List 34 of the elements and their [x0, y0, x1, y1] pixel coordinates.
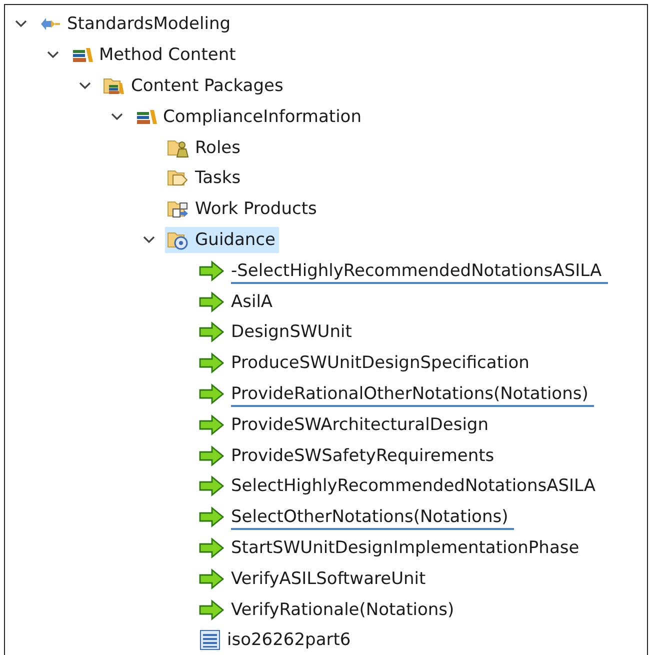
arrow-icon [199, 352, 225, 374]
tree-item[interactable]: ProduceSWUnitDesignSpecification [197, 350, 534, 376]
tree-item[interactable]: Guidance [165, 226, 280, 253]
tree-item[interactable]: DesignSWUnit [197, 319, 356, 346]
list-document-icon [199, 629, 221, 652]
arrow-icon [199, 598, 225, 621]
arrow-icon [199, 290, 225, 313]
arrow-icon [199, 321, 225, 344]
tree-item[interactable]: -SelectHighlyRecommendedNotationsASILA [197, 258, 612, 284]
arrow-icon [199, 382, 225, 405]
tree-item[interactable]: ProvideSWSafetyRequirements [197, 442, 498, 469]
tree-item[interactable]: AsilA [197, 288, 277, 315]
tree-item[interactable]: StandardsModeling [37, 11, 235, 38]
arrow-icon [199, 506, 225, 528]
tree-item[interactable]: Content Packages [101, 72, 288, 99]
tree-item[interactable]: iso26262part6 [197, 627, 355, 654]
tree-item[interactable]: Roles [165, 134, 244, 161]
arrow-icon [199, 475, 225, 498]
arrow-icon [199, 444, 225, 467]
tree-item[interactable]: Work Products [165, 196, 321, 222]
tree-item[interactable]: StartSWUnitDesignImplementationPhase [197, 534, 584, 561]
arrow-icon [199, 414, 225, 436]
arrow-icon [199, 260, 225, 282]
tree-item[interactable]: SelectOtherNotations(Notations) [197, 504, 518, 530]
tree-item[interactable]: ProvideRationalOtherNotations(Notations) [197, 380, 598, 407]
tree-item[interactable]: ProvideSWArchitecturalDesign [197, 412, 492, 438]
tree-item[interactable]: VerifyRationale(Notations) [197, 596, 458, 623]
tree-item[interactable]: VerifyASILSoftwareUnit [197, 566, 430, 592]
tree-item[interactable]: Method Content [69, 42, 240, 68]
arrow-icon [199, 568, 225, 590]
tree-item[interactable]: Tasks [165, 165, 245, 192]
tree-item[interactable]: SelectHighlyRecommendedNotationsASILA [197, 473, 600, 500]
arrow-icon [199, 536, 225, 559]
tree-item[interactable]: ComplianceInformation [133, 104, 366, 130]
